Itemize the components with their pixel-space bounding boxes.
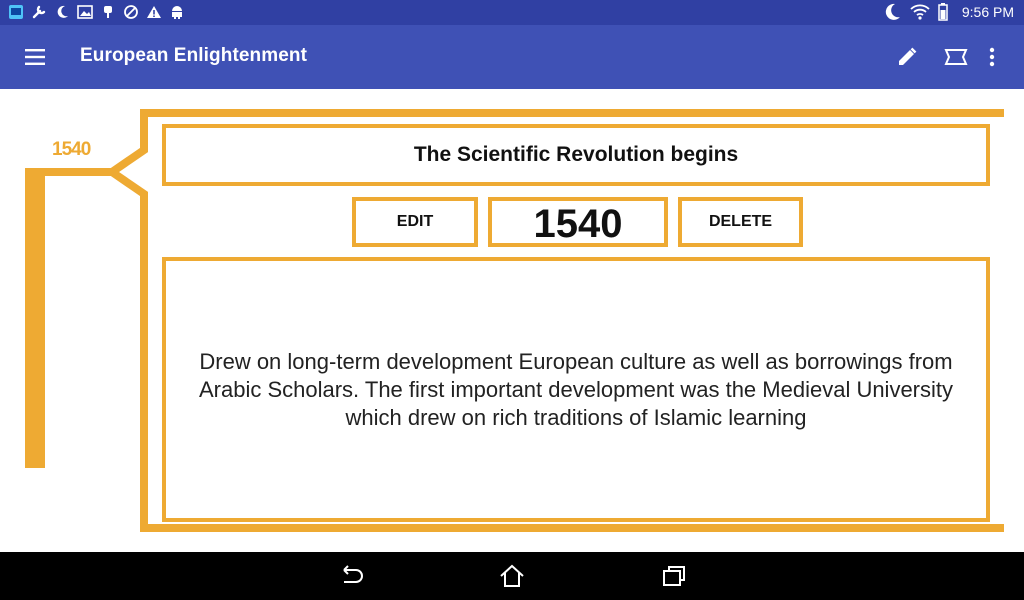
- edit-button[interactable]: EDIT: [352, 197, 478, 247]
- event-year: 1540: [488, 197, 668, 247]
- recents-icon[interactable]: [660, 562, 688, 590]
- event-description-text: Drew on long-term development European c…: [198, 348, 954, 430]
- event-title: The Scientific Revolution begins: [162, 124, 990, 186]
- navigation-bar: [0, 552, 1024, 600]
- timeline-year-marker: 1540: [52, 139, 91, 160]
- delete-button[interactable]: DELETE: [678, 197, 803, 247]
- event-description: Drew on long-term development European c…: [162, 257, 990, 522]
- back-icon[interactable]: [336, 562, 364, 590]
- home-icon[interactable]: [498, 562, 526, 590]
